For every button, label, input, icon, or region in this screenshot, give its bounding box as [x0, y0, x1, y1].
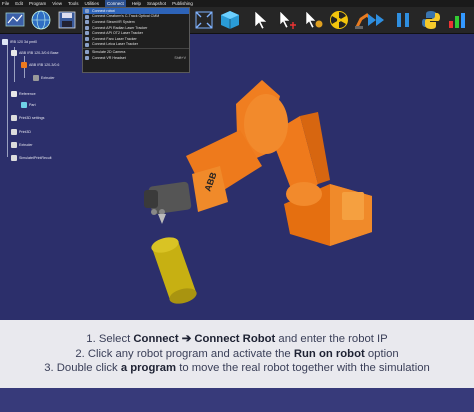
menu-utilities[interactable]: Utilities: [85, 0, 100, 7]
connect-menu-item-label: Connect API OT2 Laser Tracker: [92, 31, 143, 36]
printed-part-cylinder[interactable]: [150, 235, 199, 307]
connect-menu-item-label: Connect API Radian Laser Tracker: [92, 25, 148, 30]
menu-bar: File Edit Program View Tools Utilities Connect…: [0, 0, 474, 7]
toolbar: [0, 7, 474, 34]
connect-menu-item-label: Connect Faro Laser Tracker: [92, 36, 137, 41]
select-pointer-icon[interactable]: [250, 9, 272, 31]
menu-publishing[interactable]: Publishing: [172, 0, 193, 7]
instruction-line-2: 2. Click any robot program and activate …: [75, 347, 399, 360]
menu-tools[interactable]: Tools: [68, 0, 79, 7]
connect-icon: [85, 36, 89, 41]
python-icon[interactable]: [420, 9, 442, 31]
connect-menu-item[interactable]: Connect VR Headset Shift+V: [83, 55, 189, 61]
bottom-strip: [0, 388, 474, 412]
connect-icon: [85, 50, 89, 55]
menu-edit[interactable]: Edit: [15, 0, 23, 7]
robodk-window: File Edit Program View Tools Utilities Connect…: [0, 0, 474, 412]
new-station-icon[interactable]: [4, 9, 26, 31]
pause-icon[interactable]: [392, 9, 414, 31]
menu-file[interactable]: File: [2, 0, 9, 7]
save-icon[interactable]: [56, 9, 78, 31]
menu-connect[interactable]: Connect: [105, 0, 126, 7]
shortcut-label: Shift+V: [174, 55, 186, 60]
menu-help[interactable]: Help: [132, 0, 141, 7]
move-robot-icon[interactable]: [302, 9, 324, 31]
menu-program[interactable]: Program: [29, 0, 46, 7]
connect-menu-item-label: Connect SteamVR System: [92, 19, 135, 24]
connect-menu-item-label: Connect robot: [92, 8, 115, 13]
connect-menu-item-label: Simulate 2D Camera: [92, 49, 126, 54]
connect-icon: [85, 55, 89, 60]
instruction-line-3: 3. Double click a program to move the re…: [44, 362, 430, 375]
connect-menu-item-label: Connect Leica Laser Tracker: [92, 42, 138, 47]
chart-icon[interactable]: [446, 9, 468, 31]
connect-menu-item[interactable]: Connect Leica Laser Tracker: [83, 42, 189, 48]
connect-menu-dropdown: Connect robot Connect Creaform's C-Track …: [82, 7, 190, 73]
instruction-line-1: 1. Select Connect ➔ Connect Robot and en…: [86, 333, 388, 346]
connect-menu-item-label: Connect VR Headset: [92, 55, 126, 60]
connect-menu-item-label: Connect Creaform's C-Track Optical CMM: [92, 14, 160, 19]
extruder-tool: [144, 181, 192, 224]
fast-forward-icon[interactable]: [366, 9, 388, 31]
connect-icon: [85, 20, 89, 25]
connect-icon: [85, 14, 89, 19]
connect-icon: [85, 31, 89, 36]
cube-view-icon[interactable]: [219, 9, 241, 31]
menu-view[interactable]: View: [52, 0, 62, 7]
collision-icon[interactable]: [328, 9, 350, 31]
menu-snapshot[interactable]: Snapshot: [147, 0, 166, 7]
3d-scene[interactable]: ABB: [0, 34, 474, 320]
fit-all-icon[interactable]: [193, 9, 215, 31]
instructions-caption: 1. Select Connect ➔ Connect Robot and en…: [0, 320, 474, 388]
connect-icon: [85, 25, 89, 30]
move-reference-icon[interactable]: [276, 9, 298, 31]
connect-icon: [85, 9, 89, 13]
connect-icon: [85, 42, 89, 47]
open-globe-icon[interactable]: [30, 9, 52, 31]
